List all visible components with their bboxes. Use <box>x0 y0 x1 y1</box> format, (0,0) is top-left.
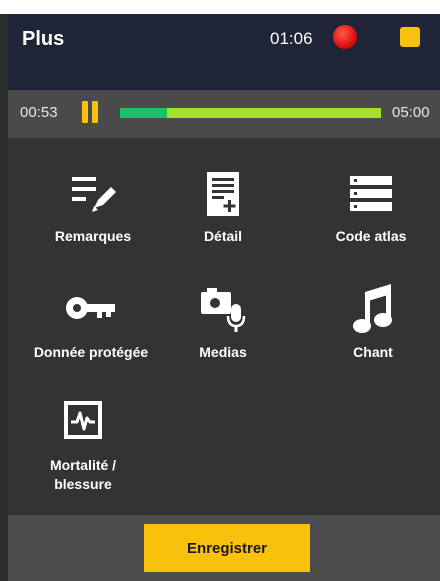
page-title: Plus <box>22 28 65 50</box>
save-button[interactable]: Enregistrer <box>144 524 310 572</box>
menu-item-label: Remarques <box>54 228 132 244</box>
menu-item-label: Chant <box>353 344 393 360</box>
top-strip <box>0 0 440 14</box>
progress-fill <box>120 108 167 118</box>
menu-item-label: Détail <box>203 228 243 244</box>
menu-item-mortalite-blessure[interactable]: Mortalité / blessure <box>8 400 158 496</box>
music-note-icon <box>353 284 392 333</box>
menu-item-remarques[interactable]: Remarques <box>18 174 168 246</box>
menu-item-medias[interactable]: Medias <box>148 284 298 360</box>
pause-icon[interactable] <box>82 101 98 123</box>
menu-item-code-atlas[interactable]: Code atlas <box>296 174 440 246</box>
total-time: 05:00 <box>392 104 430 121</box>
menu-item-label: Code atlas <box>335 228 407 244</box>
header-bar <box>8 14 440 90</box>
heart-monitor-icon <box>64 401 102 439</box>
stop-button[interactable] <box>400 27 420 47</box>
progress-track[interactable] <box>120 108 381 118</box>
menu-item-label: Mortalité / <box>49 457 117 473</box>
record-indicator-icon[interactable] <box>333 25 357 49</box>
key-icon <box>66 297 115 319</box>
options-grid: Remarques Détail Code atlas Donnée proté… <box>8 138 440 515</box>
recording-timer: 01:06 <box>270 29 313 48</box>
footer-bar: Enregistrer <box>8 515 440 581</box>
document-add-icon <box>207 172 239 216</box>
notes-edit-icon <box>72 177 116 212</box>
menu-item-label: Medias <box>199 344 247 360</box>
menu-item-donnee-protegee[interactable]: Donnée protégée <box>16 288 166 360</box>
menu-item-detail[interactable]: Détail <box>148 170 298 246</box>
menu-item-chant[interactable]: Chant <box>298 282 440 360</box>
camera-mic-icon <box>201 288 246 332</box>
playback-bar: 00:53 05:00 <box>8 90 440 138</box>
elapsed-time: 00:53 <box>20 104 58 121</box>
list-icon <box>350 176 392 211</box>
menu-item-label: Donnée protégée <box>33 344 149 360</box>
menu-item-label-line2: blessure <box>54 476 112 492</box>
